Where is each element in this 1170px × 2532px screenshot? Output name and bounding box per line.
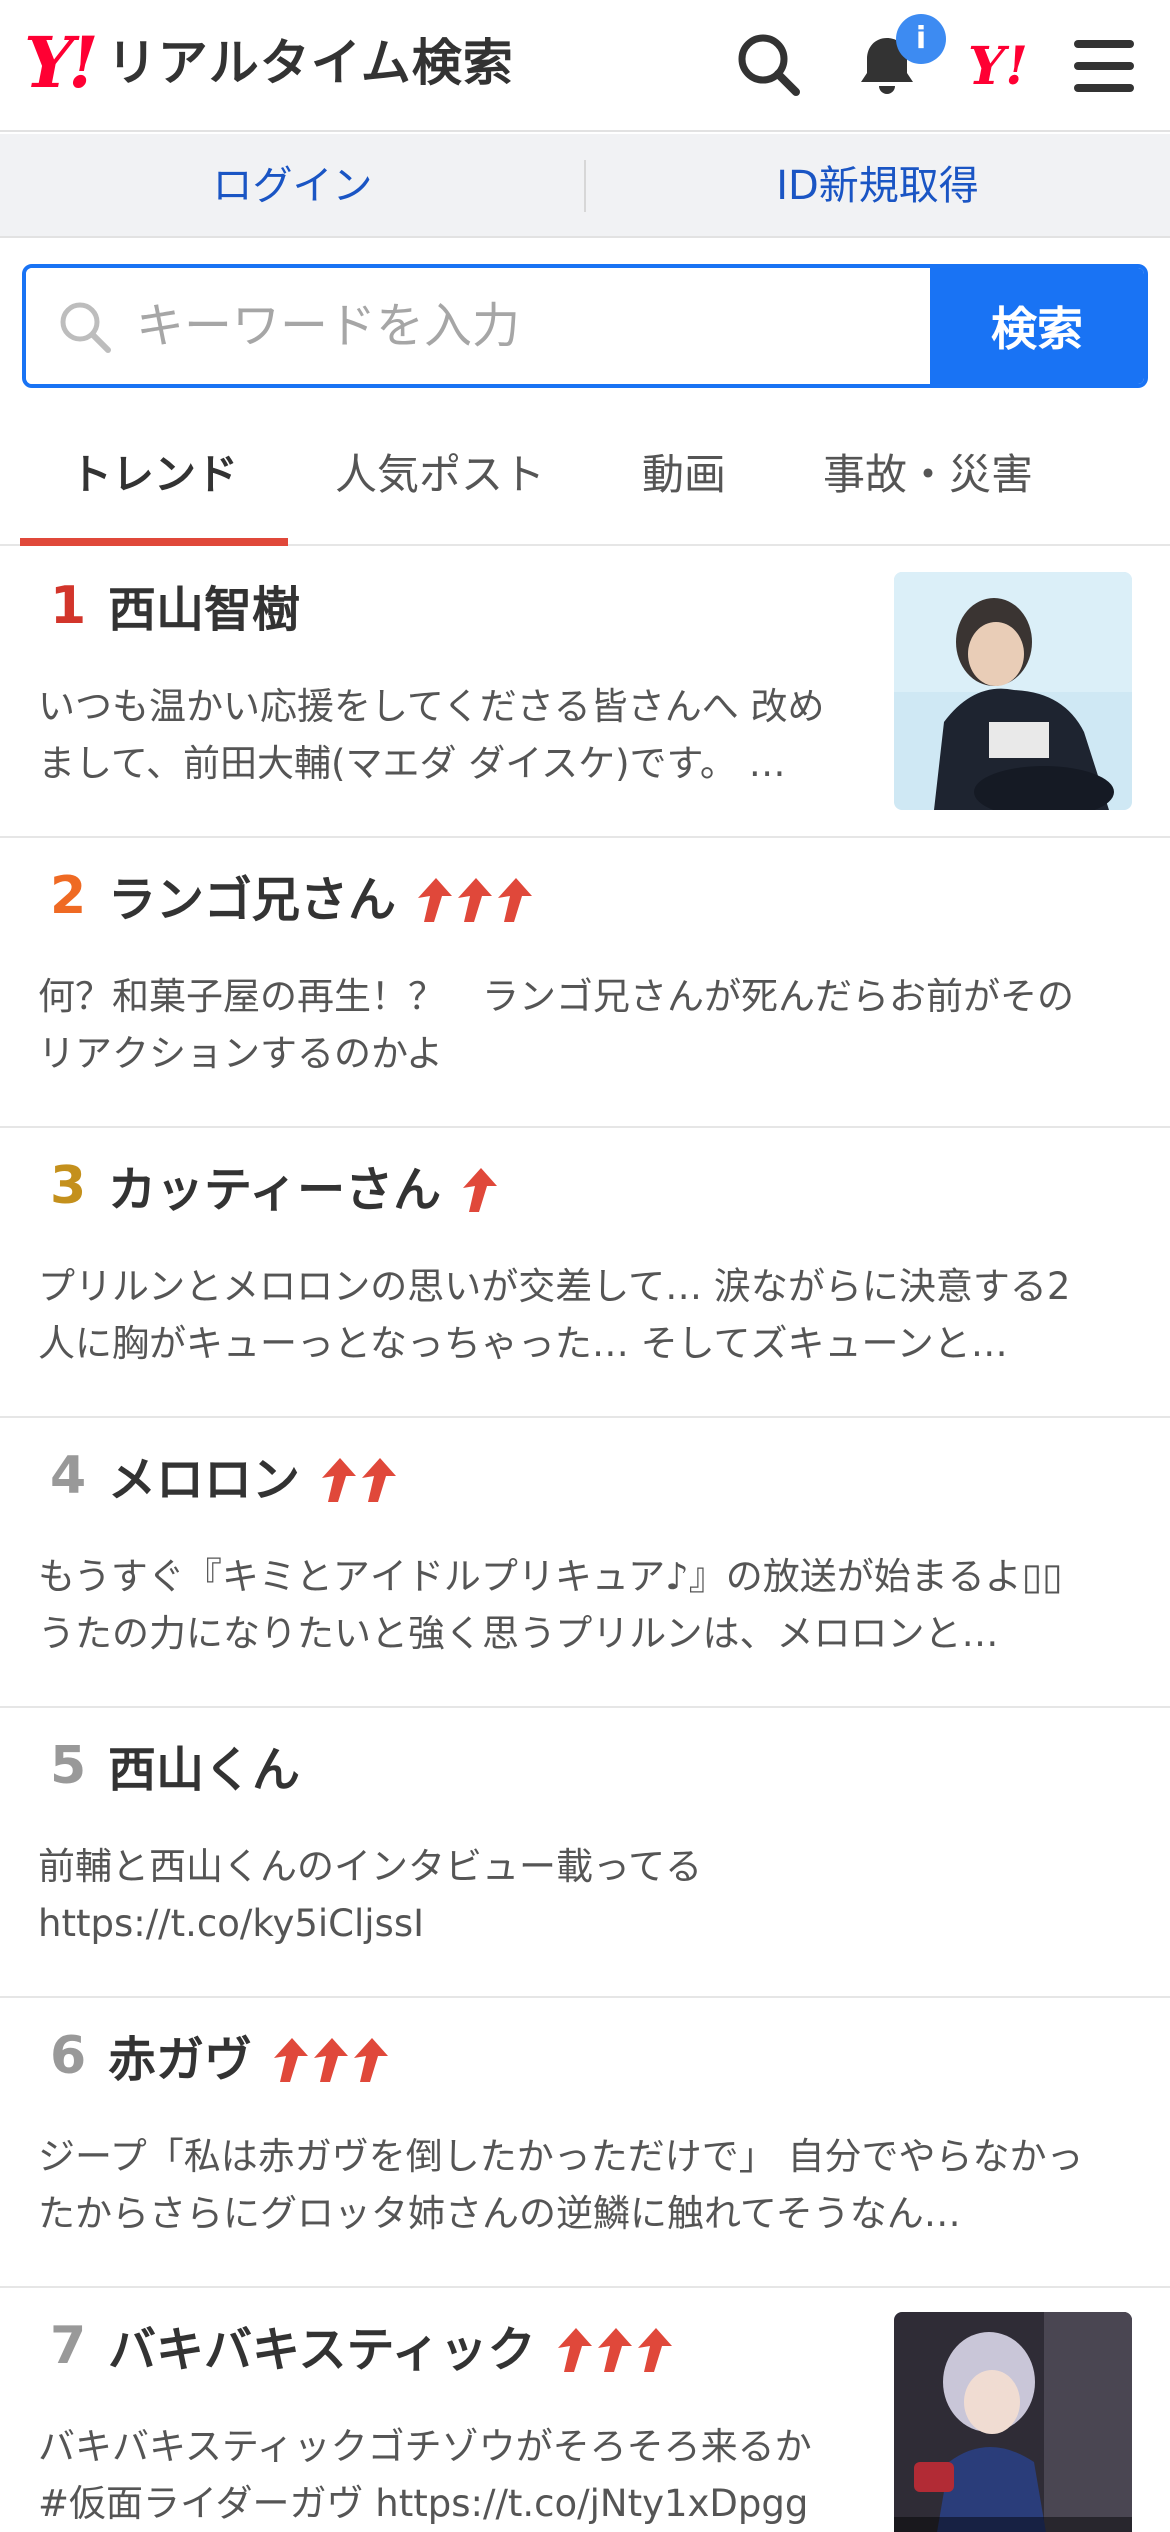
tab-accidents-disasters[interactable]: 事故・災害: [800, 410, 1056, 546]
trend-up-arrow-icon: [322, 1458, 357, 1502]
active-tab-indicator: [20, 538, 288, 546]
trend-item[interactable]: 7 バキバキスティック バキバキスティックゴチゾウがそろそろ来るか #仮面ライダ…: [0, 2288, 1170, 2532]
login-link[interactable]: ログイン: [0, 134, 585, 236]
trend-rank: 4: [50, 1446, 87, 1506]
trend-rank: 7: [50, 2316, 87, 2376]
trend-title[interactable]: 西山くん: [108, 1740, 300, 1800]
trend-title[interactable]: メロロン: [108, 1450, 300, 1510]
search-button[interactable]: 検索: [930, 268, 1144, 384]
app-header: Y! リアルタイム検索 i Y!: [0, 0, 1170, 132]
trend-description: いつも温かい応援をしてくださる皆さんへ 改めまして、前田大輔(マエダ ダイスケ)…: [38, 685, 825, 785]
notification-badge[interactable]: i: [896, 14, 946, 64]
trend-arrows: [412, 876, 533, 924]
trend-up-arrow-icon: [498, 878, 533, 922]
trend-title-row: ランゴ兄さん: [108, 870, 533, 930]
trend-list: 1 西山智樹 いつも温かい応援をしてくださる皆さんへ 改めまして、前田大輔(マエ…: [0, 548, 1170, 2532]
trend-up-arrow-icon: [354, 2038, 389, 2082]
search-input[interactable]: [136, 268, 616, 384]
trend-rank: 1: [50, 576, 87, 636]
trend-up-arrow-icon: [362, 1458, 397, 1502]
trend-description: ジープ「私は赤ガヴを倒したかっただけで」 自分でやらなかったからさらにグロッタ姉…: [38, 2135, 1084, 2235]
account-bar: ログイン ID新規取得: [0, 134, 1170, 238]
trend-title[interactable]: 赤ガヴ: [108, 2030, 252, 2090]
trend-thumbnail[interactable]: [894, 2312, 1132, 2532]
trend-description: バキバキスティックゴチゾウがそろそろ来るか #仮面ライダーガヴ https://…: [38, 2425, 812, 2525]
search-icon[interactable]: [734, 30, 804, 104]
trend-up-arrow-icon: [597, 2328, 632, 2372]
yahoo-logo-mark: Y!: [24, 21, 99, 104]
search-field-icon: [60, 302, 111, 353]
search-field[interactable]: [26, 268, 930, 384]
trend-title[interactable]: ランゴ兄さん: [108, 870, 396, 930]
trend-up-arrow-icon: [463, 1168, 498, 1212]
trend-title-row: メロロン: [108, 1450, 397, 1510]
tab-popular-posts[interactable]: 人気ポスト: [300, 410, 580, 546]
tab-videos[interactable]: 動画: [600, 410, 768, 546]
trend-up-arrow-icon: [314, 2038, 349, 2082]
trend-item[interactable]: 1 西山智樹 いつも温かい応援をしてくださる皆さんへ 改めまして、前田大輔(マエ…: [0, 548, 1170, 838]
trend-title[interactable]: カッティーさん: [108, 1160, 441, 1220]
tab-trend[interactable]: トレンド: [20, 410, 288, 546]
trend-title-row: バキバキスティック: [108, 2320, 672, 2380]
menu-icon[interactable]: [1072, 38, 1136, 98]
logo-text: リアルタイム検索: [106, 34, 514, 92]
trend-title-row: 西山智樹: [108, 580, 316, 640]
trend-up-arrow-icon: [274, 2038, 309, 2082]
trend-up-arrow-icon: [557, 2328, 592, 2372]
trend-arrows: [457, 1166, 498, 1214]
register-link[interactable]: ID新規取得: [585, 134, 1170, 236]
tab-bar: トレンド 人気ポスト 動画 事故・災害: [0, 410, 1170, 546]
trend-title-row: カッティーさん: [108, 1160, 498, 1220]
logo[interactable]: Y! リアルタイム検索: [24, 28, 514, 98]
trend-description: 何？和菓子屋の再生！？ ランゴ兄さんが死んだらお前がそのリアクションするのかよ: [38, 975, 1074, 1075]
trend-description: 前輔と西山くんのインタビュー載ってる https://t.co/ky5iCljs…: [38, 1845, 703, 1945]
trend-arrows: [316, 1456, 397, 1504]
search-bar: 検索: [22, 264, 1148, 388]
svg-text:Y!: Y!: [968, 36, 1028, 96]
trend-description: プリルンとメロロンの思いが交差して… 涙ながらに決意する2人に胸がキューっとなっ…: [38, 1265, 1071, 1365]
trend-up-arrow-icon: [637, 2328, 672, 2372]
trend-title-row: 西山くん: [108, 1740, 316, 1800]
trend-title-row: 赤ガヴ: [108, 2030, 389, 2090]
trend-up-arrow-icon: [418, 878, 453, 922]
trend-thumbnail[interactable]: [894, 572, 1132, 810]
trend-item[interactable]: 6 赤ガヴ ジープ「私は赤ガヴを倒したかっただけで」 自分でやらなかったからさら…: [0, 1998, 1170, 2288]
trend-item[interactable]: 3 カッティーさん プリルンとメロロンの思いが交差して… 涙ながらに決意する2人…: [0, 1128, 1170, 1418]
trend-arrows: [552, 2326, 672, 2374]
divider: [584, 160, 586, 212]
trend-item[interactable]: 4 メロロン もうすぐ『キミとアイドルプリキュア♪』の放送が始まるよ▯▯ うたの…: [0, 1418, 1170, 1708]
trend-up-arrow-icon: [458, 878, 493, 922]
trend-rank: 2: [50, 866, 87, 926]
trend-title[interactable]: 西山智樹: [108, 580, 300, 640]
trend-rank: 6: [50, 2026, 87, 2086]
trend-description: もうすぐ『キミとアイドルプリキュア♪』の放送が始まるよ▯▯ うたの力になりたいと…: [38, 1555, 1063, 1655]
trend-rank: 3: [50, 1156, 87, 1216]
trend-item[interactable]: 2 ランゴ兄さん 何？和菓子屋の再生！？ ランゴ兄さんが死んだらお前がそのリアク…: [0, 838, 1170, 1128]
trend-item[interactable]: 5 西山くん 前輔と西山くんのインタビュー載ってる https://t.co/k…: [0, 1708, 1170, 1998]
trend-title[interactable]: バキバキスティック: [108, 2320, 536, 2380]
trend-rank: 5: [50, 1736, 87, 1796]
trend-arrows: [268, 2036, 389, 2084]
yahoo-icon[interactable]: Y!: [968, 36, 1048, 100]
